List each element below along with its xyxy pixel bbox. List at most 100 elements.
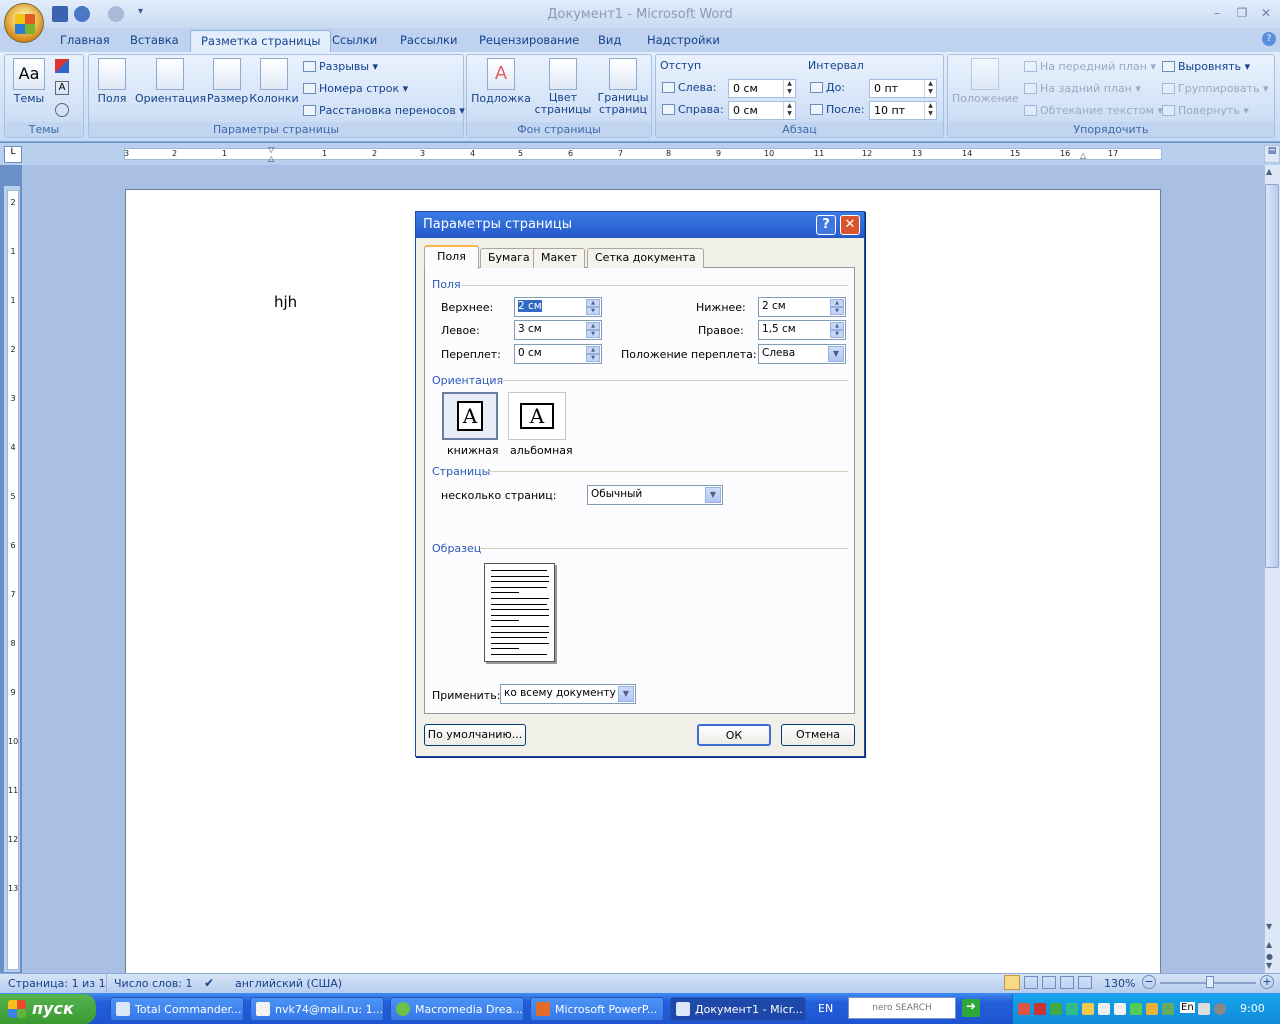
browse-object-icon[interactable]: ● bbox=[1266, 952, 1273, 961]
spin-up-icon[interactable]: ▲ bbox=[830, 322, 844, 330]
tray-icon-7[interactable] bbox=[1130, 1003, 1142, 1015]
multiple-pages-select[interactable]: Обычный ▼ bbox=[587, 485, 723, 505]
position-button[interactable]: Положение bbox=[952, 58, 1019, 105]
tray-icon-6[interactable] bbox=[1114, 1003, 1126, 1015]
print-layout-icon[interactable] bbox=[1004, 975, 1020, 990]
theme-effects-icon[interactable] bbox=[55, 103, 69, 117]
dialog-tab-paper[interactable]: Бумага bbox=[480, 248, 538, 268]
indent-left-spinner[interactable]: ▲ ▼ bbox=[783, 80, 795, 97]
group-button[interactable]: Группировать ▾ bbox=[1162, 82, 1269, 95]
right-indent-marker-icon[interactable]: △ bbox=[1080, 151, 1086, 160]
taskbar-item-mail[interactable]: nvk74@mail.ru: 1... bbox=[250, 997, 384, 1021]
dialog-tab-grid[interactable]: Сетка документа bbox=[587, 248, 704, 268]
portrait-button[interactable]: A bbox=[442, 392, 498, 440]
office-button[interactable] bbox=[4, 3, 44, 43]
spin-down-icon[interactable]: ▼ bbox=[830, 307, 844, 315]
top-margin-input[interactable]: 2 см ▲ ▼ bbox=[514, 297, 602, 317]
scroll-down-icon[interactable]: ▼ bbox=[1266, 922, 1272, 931]
ok-button[interactable]: ОК bbox=[697, 724, 771, 746]
zoom-out-icon[interactable]: − bbox=[1142, 975, 1156, 989]
indent-right-input[interactable]: 0 см ▲ ▼ bbox=[728, 101, 796, 120]
spin-up-icon[interactable]: ▲ bbox=[586, 299, 600, 307]
tab-home[interactable]: Главная bbox=[50, 30, 120, 52]
tray-language[interactable]: En bbox=[1180, 1002, 1195, 1013]
wrap-text-button[interactable]: Обтекание текстом ▾ bbox=[1024, 104, 1163, 117]
apply-to-select[interactable]: ко всему документу ▼ bbox=[500, 684, 636, 704]
spin-up-icon[interactable]: ▲ bbox=[586, 346, 600, 354]
tab-review[interactable]: Рецензирование bbox=[469, 30, 589, 52]
web-layout-icon[interactable] bbox=[1042, 976, 1056, 989]
dialog-close-icon[interactable]: ✕ bbox=[840, 215, 860, 235]
horizontal-ruler[interactable] bbox=[124, 148, 1162, 160]
tab-mailings[interactable]: Рассылки bbox=[390, 30, 467, 52]
theme-fonts-icon[interactable]: A bbox=[55, 81, 69, 95]
spin-down-icon[interactable]: ▼ bbox=[586, 307, 600, 315]
tray-icon-9[interactable] bbox=[1162, 1003, 1174, 1015]
align-button[interactable]: Выровнять ▾ bbox=[1162, 60, 1250, 73]
breaks-button[interactable]: Разрывы ▾ bbox=[303, 60, 378, 73]
indent-right-spinner[interactable]: ▲ ▼ bbox=[783, 102, 795, 119]
gutter-position-select[interactable]: Слева ▼ bbox=[758, 344, 846, 364]
cancel-button[interactable]: Отмена bbox=[781, 724, 855, 746]
indent-left-input[interactable]: 0 см ▲ ▼ bbox=[728, 79, 796, 98]
spin-down-icon[interactable]: ▼ bbox=[586, 354, 600, 362]
landscape-button[interactable]: A bbox=[508, 392, 566, 440]
next-page-icon[interactable]: ▼ bbox=[1266, 961, 1272, 970]
tray-icon-4[interactable] bbox=[1082, 1003, 1094, 1015]
right-margin-input[interactable]: 1,5 см ▲ ▼ bbox=[758, 320, 846, 340]
gutter-input[interactable]: 0 см ▲ ▼ bbox=[514, 344, 602, 364]
line-numbers-button[interactable]: Номера строк ▾ bbox=[303, 82, 408, 95]
columns-button[interactable]: Колонки bbox=[249, 58, 299, 105]
tab-references[interactable]: Ссылки bbox=[322, 30, 387, 52]
chevron-down-icon[interactable]: ▼ bbox=[618, 686, 634, 702]
draft-icon[interactable] bbox=[1078, 976, 1092, 989]
document-text[interactable]: hjh bbox=[274, 293, 297, 311]
bring-front-button[interactable]: На передний план ▾ bbox=[1024, 60, 1156, 73]
tab-page-layout[interactable]: Разметка страницы bbox=[190, 30, 332, 52]
spin-up-icon[interactable]: ▲ bbox=[830, 299, 844, 307]
zoom-level[interactable]: 130% bbox=[1104, 977, 1135, 990]
volume-icon[interactable] bbox=[1214, 1003, 1226, 1015]
view-ruler-icon[interactable]: ▤ bbox=[1264, 145, 1280, 163]
theme-colors-icon[interactable] bbox=[55, 59, 69, 73]
size-button[interactable]: Размер bbox=[207, 58, 248, 105]
left-margin-input[interactable]: 3 см ▲ ▼ bbox=[514, 320, 602, 340]
tray-icon-10[interactable] bbox=[1198, 1003, 1210, 1015]
tab-selector-button[interactable]: L bbox=[4, 146, 22, 163]
tab-view[interactable]: Вид bbox=[588, 30, 631, 52]
taskbar-item-word[interactable]: Документ1 - Micr... bbox=[670, 997, 806, 1021]
spin-up-icon[interactable]: ▲ bbox=[586, 322, 600, 330]
page-color-button[interactable]: Цвет страницы bbox=[533, 58, 593, 116]
tray-icon-5[interactable] bbox=[1098, 1003, 1110, 1015]
spacing-before-spinner[interactable]: ▲ ▼ bbox=[924, 80, 936, 97]
watermark-button[interactable]: A Подложка bbox=[471, 58, 531, 105]
chevron-down-icon[interactable]: ▼ bbox=[828, 346, 844, 362]
scrollbar-thumb[interactable] bbox=[1265, 184, 1279, 568]
help-icon[interactable]: ? bbox=[1262, 32, 1276, 46]
zoom-slider-thumb[interactable] bbox=[1206, 976, 1214, 988]
language-indicator[interactable]: EN bbox=[818, 1002, 833, 1015]
close-icon[interactable]: ✕ bbox=[1255, 6, 1277, 22]
proofing-icon[interactable]: ✔ bbox=[204, 976, 214, 990]
status-words[interactable]: Число слов: 1 bbox=[114, 977, 193, 990]
vertical-ruler[interactable] bbox=[7, 190, 19, 970]
scroll-up-icon[interactable]: ▲ bbox=[1266, 167, 1272, 176]
tab-addins[interactable]: Надстройки bbox=[637, 30, 730, 52]
nero-search-box[interactable]: nero SEARCH bbox=[848, 997, 956, 1019]
taskbar-item-dreamweaver[interactable]: Macromedia Drea... bbox=[390, 997, 524, 1021]
status-page[interactable]: Страница: 1 из 1 bbox=[8, 977, 106, 990]
minimize-icon[interactable]: – bbox=[1206, 6, 1228, 22]
spacing-after-input[interactable]: 10 пт ▲ ▼ bbox=[869, 101, 937, 120]
tray-icon-1[interactable] bbox=[1018, 1003, 1030, 1015]
taskbar-item-powerpoint[interactable]: Microsoft PowerP... bbox=[530, 997, 664, 1021]
tray-icon-8[interactable] bbox=[1146, 1003, 1158, 1015]
status-language[interactable]: английский (США) bbox=[235, 977, 342, 990]
dialog-tab-margins[interactable]: Поля bbox=[424, 245, 479, 269]
set-default-button[interactable]: По умолчанию... bbox=[424, 724, 526, 746]
margins-button[interactable]: Поля bbox=[95, 58, 129, 105]
tray-icon-3[interactable] bbox=[1066, 1003, 1078, 1015]
spacing-after-spinner[interactable]: ▲ ▼ bbox=[924, 102, 936, 119]
spacing-before-input[interactable]: 0 пт ▲ ▼ bbox=[869, 79, 937, 98]
orientation-button[interactable]: Ориентация bbox=[135, 58, 206, 105]
spin-down-icon[interactable]: ▼ bbox=[830, 330, 844, 338]
